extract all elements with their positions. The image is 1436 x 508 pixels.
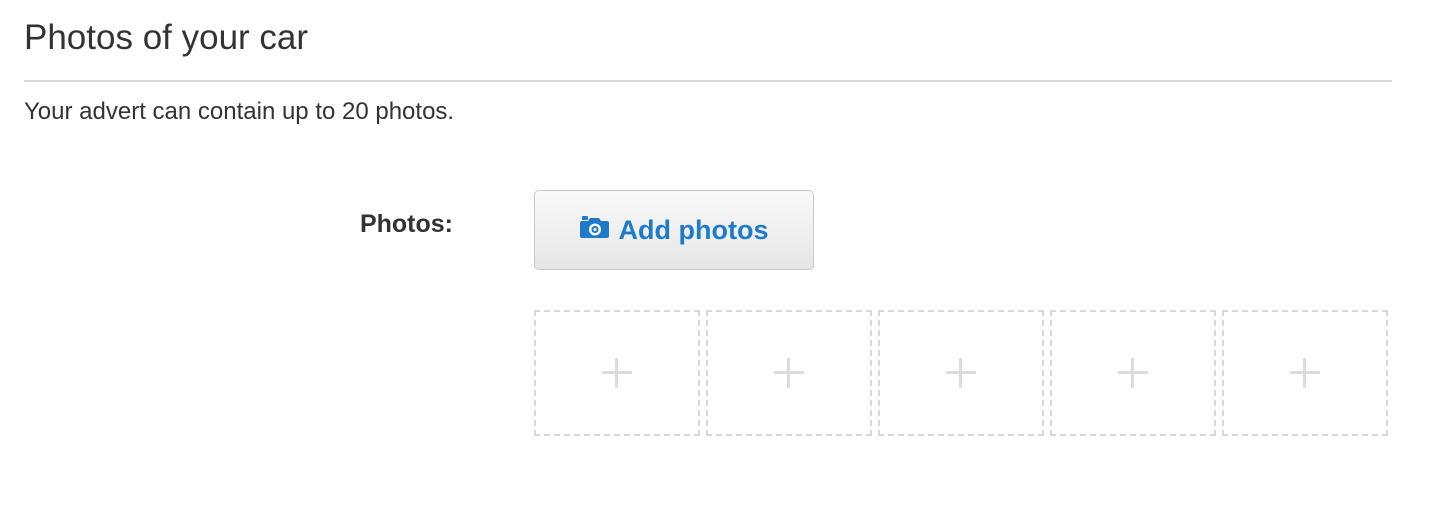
plus-icon [946,358,976,388]
plus-icon [1118,358,1148,388]
photo-slots [534,310,1388,436]
plus-icon [602,358,632,388]
section-divider [24,80,1392,82]
photo-slot[interactable] [1050,310,1216,436]
photo-slot[interactable] [706,310,872,436]
photo-slot[interactable] [534,310,700,436]
plus-icon [1290,358,1320,388]
section-title: Photos of your car [24,18,309,57]
photos-field-label: Photos: [359,210,453,238]
photo-slot[interactable] [1222,310,1388,436]
plus-icon [774,358,804,388]
intro-text: Your advert can contain up to 20 photos. [24,98,455,125]
photo-slot[interactable] [878,310,1044,436]
add-photos-button[interactable]: Add photos [534,190,814,270]
camera-icon [579,216,609,238]
add-photos-label: Add photos [618,215,769,245]
